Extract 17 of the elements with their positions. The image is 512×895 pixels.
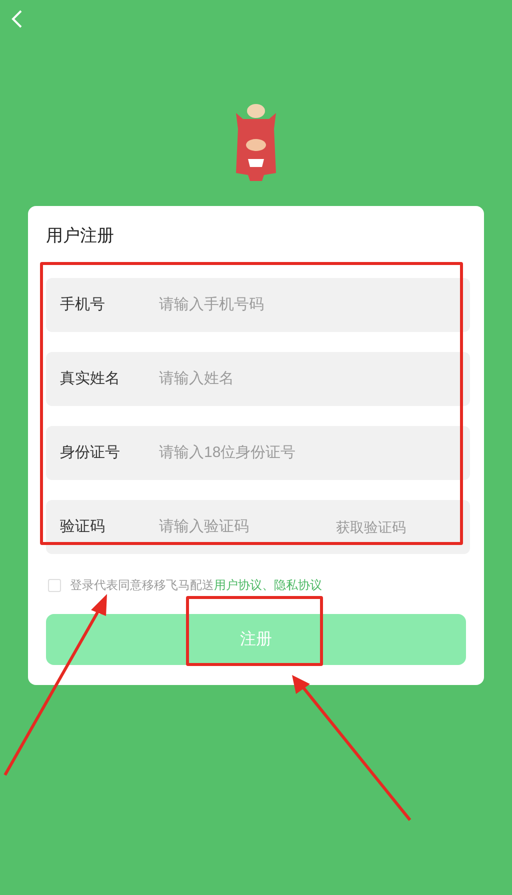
field-label: 手机号 [60,294,106,315]
separator-text: 、 [262,577,274,594]
input-field[interactable]: 请输入手机号码 [159,294,456,316]
back-icon[interactable] [10,8,24,30]
agreement-text: 登录代表同意移移飞马配送 [70,577,214,594]
field-label: 身份证号 [60,442,121,463]
field-label: 验证码 [60,516,106,537]
text-field[interactable]: 身份证号 请输入18位身份证号 [46,426,470,480]
agreement-checkbox[interactable] [48,578,61,592]
card-title: 用户注册 [46,225,115,247]
input-field[interactable]: 请输入验证码 [159,516,309,538]
text-field[interactable]: 真实姓名 请输入姓名 [46,352,470,406]
text-field[interactable]: 验证码 请输入验证码 获取验证码 [46,500,470,554]
input-field[interactable]: 请输入18位身份证号 [159,442,456,464]
text-field[interactable]: 手机号 请输入手机号码 [46,278,470,332]
field-label: 真实姓名 [60,368,121,389]
input-field[interactable]: 请输入姓名 [159,368,456,390]
